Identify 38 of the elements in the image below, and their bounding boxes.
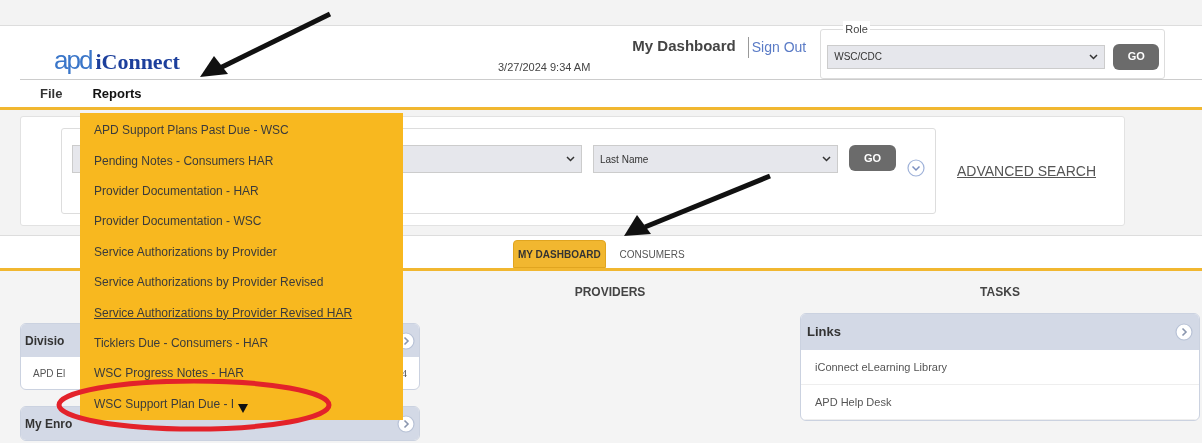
go-button[interactable]: GO (1113, 43, 1160, 70)
report-menu-item[interactable]: APD Support Plans Past Due - WSC (80, 115, 403, 146)
menu-item[interactable]: File (40, 83, 63, 104)
sign-out-link[interactable]: Sign Out (747, 37, 807, 58)
column-heading: PROVIDERS (574, 284, 646, 301)
role-select[interactable]: WSC/CDC (827, 44, 1106, 69)
link-item[interactable]: APD Help Desk (815, 393, 892, 411)
report-menu-item[interactable]: WSC Support Plan Due - I (80, 388, 403, 419)
page-title: My Dashboard (632, 36, 736, 57)
tab[interactable]: MY DASHBOARD (513, 240, 606, 268)
link-item[interactable]: iConnect eLearning Library (815, 358, 948, 376)
dropdown-caret-icon (822, 156, 831, 162)
column-heading: TASKS (980, 284, 1020, 301)
report-menu-item[interactable]: Service Authorizations by Provider Revised HAR (80, 297, 403, 328)
panel-title: Divisio (25, 332, 65, 350)
sort-select[interactable]: Last Name (593, 145, 838, 173)
logo-text: iConnect (95, 50, 180, 73)
cursor-icon (238, 404, 248, 413)
expand-icon[interactable] (907, 159, 925, 177)
date-time: 3/27/2024 9:34 AM (498, 60, 591, 76)
expand-icon[interactable] (1175, 323, 1193, 341)
panel-title: Links (807, 323, 841, 342)
panel-title: My Enro (25, 415, 73, 433)
logo-mark: apd (54, 46, 92, 73)
menu-item[interactable]: Reports (92, 83, 142, 104)
report-menu-item[interactable]: Pending Notes - Consumers HAR (80, 145, 403, 176)
report-menu-item[interactable]: Provider Documentation - HAR (80, 175, 403, 207)
report-menu-item[interactable]: Provider Documentation - WSC (80, 206, 403, 237)
advanced-search-link[interactable]: ADVANCED SEARCH (957, 160, 1096, 182)
report-menu-item[interactable]: Service Authorizations by Provider (80, 236, 403, 267)
go-button[interactable]: GO (849, 145, 896, 171)
report-menu-item[interactable]: WSC Progress Notes - HAR (80, 358, 403, 389)
report-menu-item[interactable]: Ticklers Due - Consumers - HAR (80, 327, 403, 359)
dropdown-caret-icon (1089, 53, 1099, 60)
panel-row-label: APD El (33, 366, 66, 381)
dropdown-caret-icon (566, 156, 575, 162)
tab[interactable]: CONSUMERS (615, 240, 689, 268)
report-menu-item[interactable]: Service Authorizations by Provider Revised (80, 266, 403, 298)
